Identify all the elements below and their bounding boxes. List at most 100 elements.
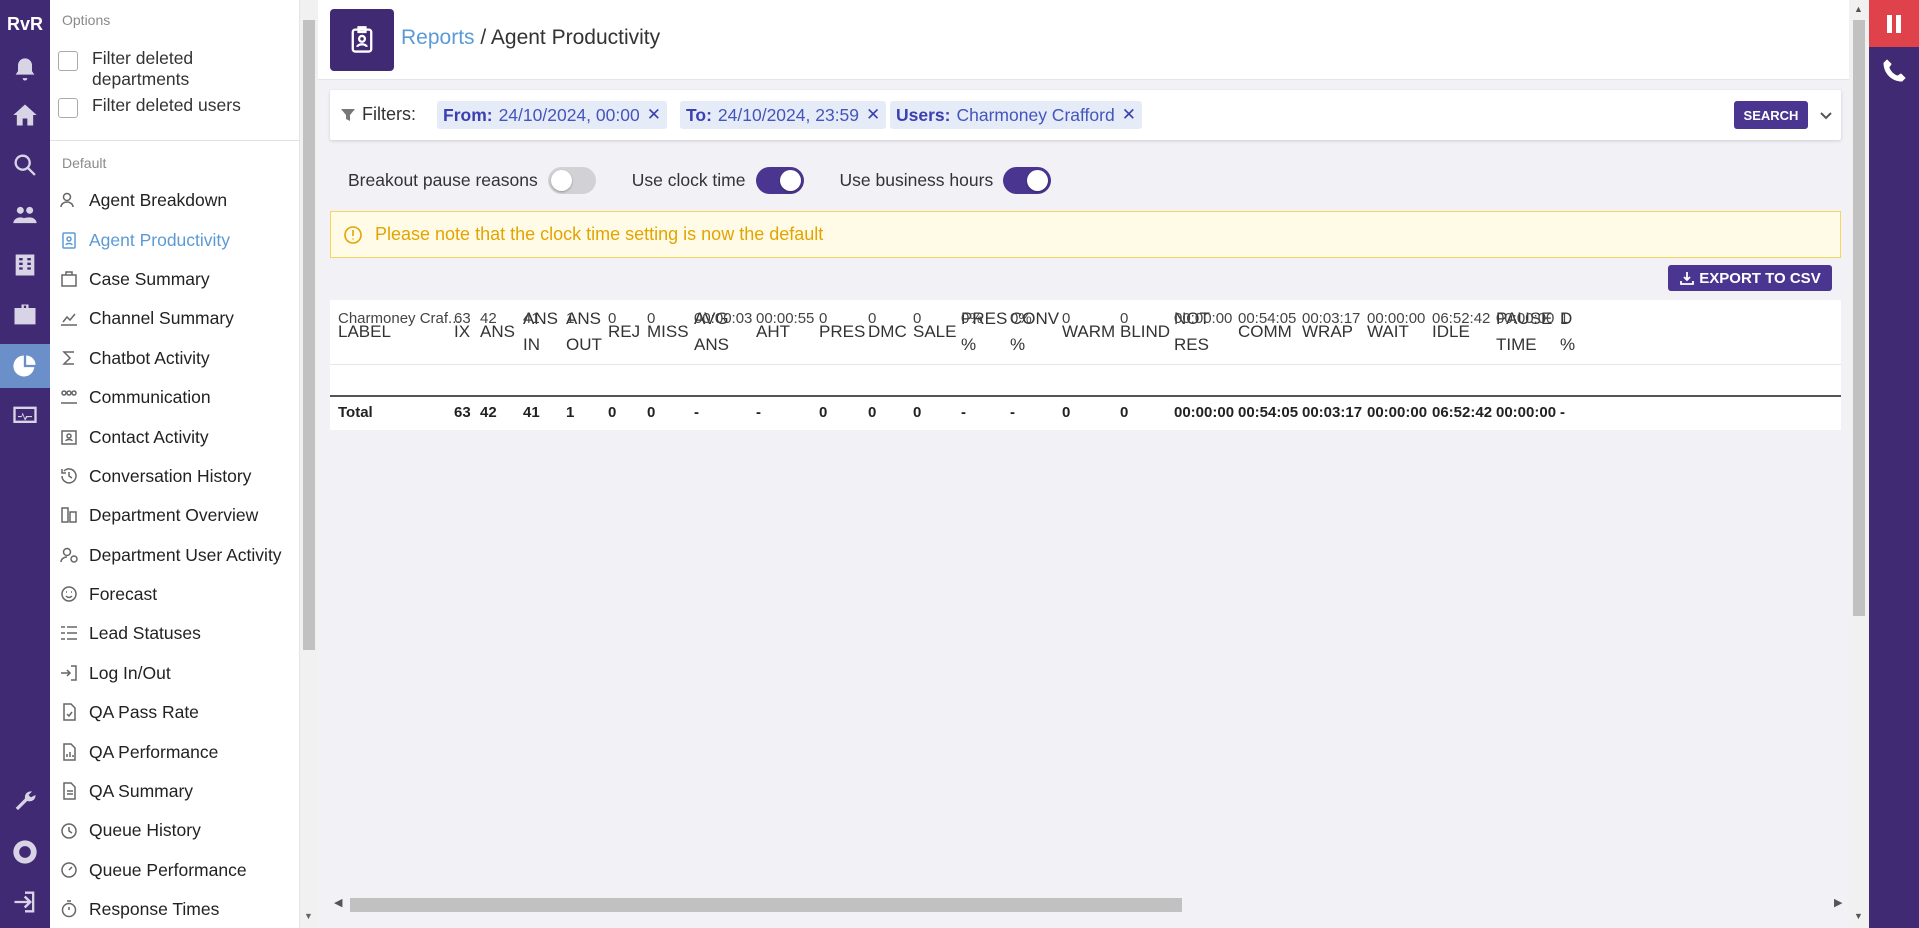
report-item-department-user-activity[interactable]: Department User Activity bbox=[59, 543, 282, 567]
toggle-use-business-hours[interactable]: Use business hours bbox=[840, 166, 1052, 194]
users-icon[interactable] bbox=[0, 193, 50, 237]
report-item-lead-statuses[interactable]: Lead Statuses bbox=[59, 621, 201, 645]
chip-key: Users: bbox=[896, 104, 951, 125]
group-icon bbox=[61, 390, 77, 404]
report-item-queue-history[interactable]: Queue History bbox=[59, 818, 201, 842]
table-cell: 0 bbox=[1062, 310, 1071, 327]
reports-icon[interactable] bbox=[0, 344, 50, 388]
toggle-switch[interactable] bbox=[1003, 166, 1052, 194]
doc-icon bbox=[63, 782, 76, 800]
doc-check-icon bbox=[63, 703, 76, 721]
filter-deleted-users-option[interactable]: Filter deleted users bbox=[58, 95, 241, 118]
report-item-communication[interactable]: Communication bbox=[59, 385, 211, 409]
options-heading: Options bbox=[62, 12, 111, 28]
report-item-contact-activity[interactable]: Contact Activity bbox=[59, 425, 209, 449]
report-item-label: QA Summary bbox=[89, 780, 194, 801]
table-cell: 0 bbox=[647, 310, 656, 327]
search-button[interactable]: SEARCH bbox=[1734, 101, 1808, 129]
report-item-label: Channel Summary bbox=[89, 307, 234, 328]
report-item-label: Department Overview bbox=[89, 504, 259, 525]
login-icon bbox=[61, 665, 77, 681]
table-horizontal-scrollbar[interactable]: ◀ ▶ bbox=[330, 895, 1853, 913]
report-item-department-overview[interactable]: Department Overview bbox=[59, 503, 258, 527]
report-item-conversation-history[interactable]: Conversation History bbox=[59, 464, 251, 488]
nav-rail: RvR bbox=[0, 0, 50, 928]
table-cell: 0 bbox=[608, 310, 617, 327]
report-item-response-times[interactable]: Response Times bbox=[59, 897, 219, 921]
export-to-csv-button[interactable]: EXPORT TO CSV bbox=[1668, 265, 1832, 291]
sigma-icon bbox=[62, 351, 74, 365]
report-item-forecast[interactable]: Forecast bbox=[59, 582, 157, 606]
table-cell: 00:00:55 bbox=[756, 310, 815, 327]
total-cell: - bbox=[1560, 404, 1565, 421]
report-item-queue-performance[interactable]: Queue Performance bbox=[59, 858, 247, 882]
pause-icon[interactable] bbox=[1869, 0, 1919, 47]
total-cell: 00:54:05 bbox=[1238, 404, 1299, 421]
report-item-agent-productivity[interactable]: Agent Productivity bbox=[59, 228, 230, 252]
chip-key: To: bbox=[686, 104, 712, 125]
scrollbar-thumb[interactable] bbox=[303, 20, 315, 650]
scroll-down-arrow[interactable]: ▼ bbox=[1854, 911, 1863, 921]
monitor-icon[interactable] bbox=[0, 394, 50, 438]
toggle-switch[interactable] bbox=[755, 166, 804, 194]
report-item-chatbot-activity[interactable]: Chatbot Activity bbox=[59, 346, 210, 370]
toggle-switch[interactable] bbox=[547, 166, 596, 194]
report-item-label: Chatbot Activity bbox=[89, 347, 210, 368]
briefcase-icon[interactable] bbox=[0, 293, 50, 337]
total-cell: 0 bbox=[608, 404, 617, 421]
building-icon[interactable] bbox=[0, 243, 50, 287]
close-icon[interactable]: ✕ bbox=[866, 105, 880, 125]
filter-deleted-departments-option[interactable]: Filter deleted departments bbox=[58, 48, 278, 90]
report-item-label: Log In/Out bbox=[89, 662, 171, 683]
panel-scrollbar[interactable]: ▼ bbox=[300, 0, 318, 928]
clock-time-notice: Please note that the clock time setting … bbox=[330, 211, 1841, 258]
close-icon[interactable]: ✕ bbox=[1122, 105, 1136, 125]
download-icon bbox=[1680, 272, 1695, 285]
page-scrollbar[interactable]: ▲ ▼ bbox=[1849, 0, 1869, 928]
total-cell: 0 bbox=[913, 404, 922, 421]
total-cell: - bbox=[1010, 404, 1015, 421]
chip-value: 24/10/2024, 00:00 bbox=[498, 104, 640, 125]
breadcrumb-reports-link[interactable]: Reports bbox=[401, 26, 475, 49]
checkbox[interactable] bbox=[58, 51, 78, 71]
default-heading: Default bbox=[62, 155, 107, 171]
search-icon[interactable] bbox=[0, 143, 50, 187]
report-item-label: Lead Statuses bbox=[89, 622, 201, 643]
report-item-label: Forecast bbox=[89, 583, 158, 604]
report-item-qa-summary[interactable]: QA Summary bbox=[59, 779, 193, 803]
home-icon[interactable] bbox=[0, 93, 50, 137]
report-item-channel-summary[interactable]: Channel Summary bbox=[59, 306, 234, 330]
report-item-case-summary[interactable]: Case Summary bbox=[59, 267, 210, 291]
report-badge-icon bbox=[330, 9, 394, 71]
report-item-agent-breakdown[interactable]: Agent Breakdown bbox=[59, 188, 227, 212]
report-item-qa-pass-rate[interactable]: QA Pass Rate bbox=[59, 700, 199, 724]
logout-icon[interactable] bbox=[0, 880, 50, 924]
chevron-down-icon[interactable] bbox=[1815, 101, 1837, 129]
report-list-panel: Options Filter deleted departments Filte… bbox=[50, 0, 300, 928]
close-icon[interactable]: ✕ bbox=[647, 105, 661, 125]
scroll-down-arrow[interactable]: ▼ bbox=[304, 911, 313, 921]
report-item-qa-performance[interactable]: QA Performance bbox=[59, 740, 218, 764]
filter-chip-users[interactable]: Users: Charmoney Crafford ✕ bbox=[890, 101, 1142, 129]
scroll-right-arrow[interactable]: ▶ bbox=[1834, 896, 1842, 909]
filter-chip-to[interactable]: To: 24/10/2024, 23:59 ✕ bbox=[680, 101, 887, 129]
filter-chip-from[interactable]: From: 24/10/2024, 00:00 ✕ bbox=[437, 101, 667, 129]
total-cell: - bbox=[694, 404, 699, 421]
filters-label: Filters: bbox=[340, 104, 416, 125]
scroll-up-arrow[interactable]: ▲ bbox=[1854, 4, 1863, 14]
toggle-breakout-pause-reasons[interactable]: Breakout pause reasons bbox=[348, 166, 596, 194]
scrollbar-thumb[interactable] bbox=[1853, 20, 1865, 616]
app-logo[interactable]: RvR bbox=[0, 0, 50, 48]
table-cell: 00:00:00 bbox=[1496, 310, 1555, 327]
toggle-use-clock-time[interactable]: Use clock time bbox=[632, 166, 804, 194]
report-item-label: QA Performance bbox=[89, 741, 219, 762]
wrench-icon[interactable] bbox=[0, 780, 50, 824]
bell-icon[interactable] bbox=[0, 48, 50, 92]
scrollbar-thumb[interactable] bbox=[350, 898, 1182, 912]
scroll-left-arrow[interactable]: ◀ bbox=[334, 896, 342, 909]
report-item-log-in-out[interactable]: Log In/Out bbox=[59, 661, 171, 685]
help-icon[interactable] bbox=[0, 830, 50, 874]
checkbox[interactable] bbox=[58, 98, 78, 118]
report-item-label: Response Times bbox=[89, 898, 220, 919]
phone-icon[interactable] bbox=[1880, 57, 1908, 90]
